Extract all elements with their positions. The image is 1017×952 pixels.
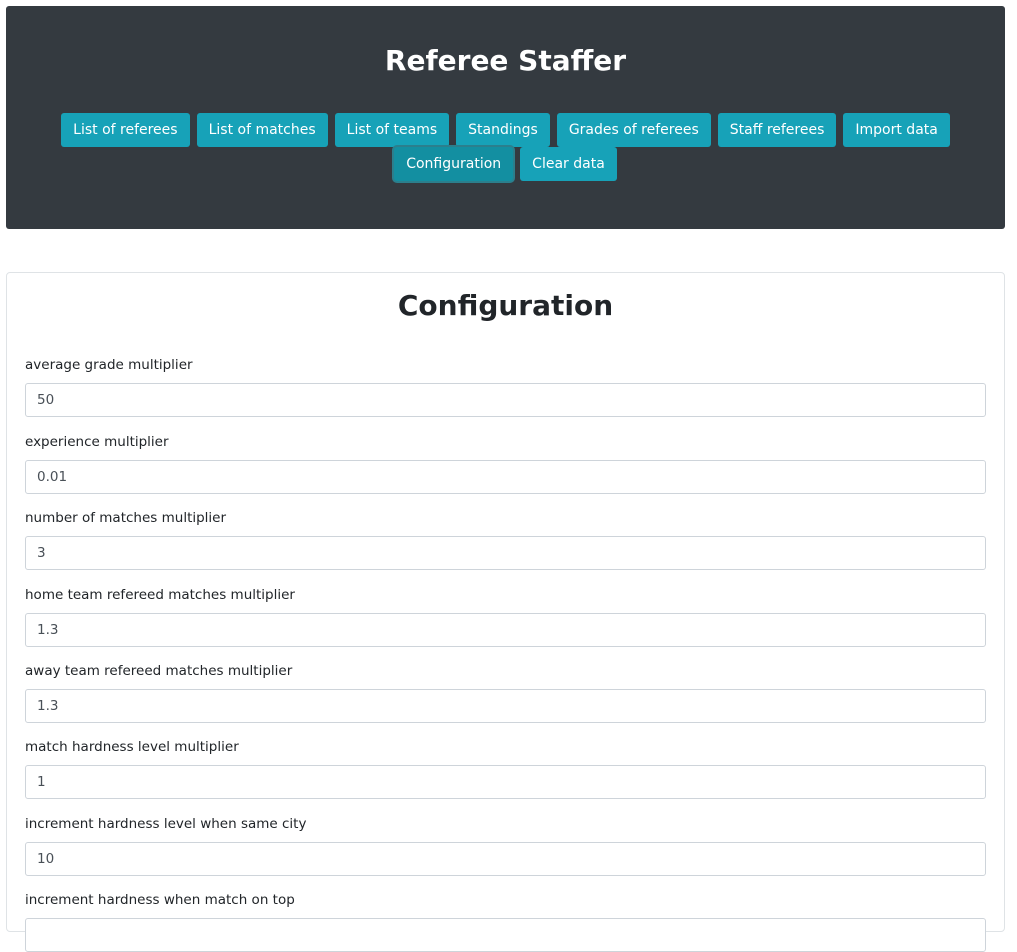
average-grade-multiplier-input[interactable] <box>25 383 986 417</box>
field-experience-multiplier: experience multiplier <box>25 434 986 494</box>
nav-button-import-data[interactable]: Import data <box>843 113 950 147</box>
number-of-matches-multiplier-input[interactable] <box>25 536 986 570</box>
home-team-refereed-matches-multiplier-input[interactable] <box>25 613 986 647</box>
field-label: increment hardness when match on top <box>25 892 295 908</box>
match-hardness-level-multiplier-input[interactable] <box>25 765 986 799</box>
field-match-hardness-level-multiplier: match hardness level multiplier <box>25 739 986 799</box>
nav-button-standings[interactable]: Standings <box>456 113 550 147</box>
field-home-team-refereed-matches-multiplier: home team refereed matches multiplier <box>25 587 986 647</box>
field-label: away team refereed matches multiplier <box>25 663 293 679</box>
nav-button-list-of-teams[interactable]: List of teams <box>334 113 450 147</box>
field-label: increment hardness level when same city <box>25 816 307 832</box>
field-away-team-refereed-matches-multiplier: away team refereed matches multiplier <box>25 663 986 723</box>
increment-hardness-match-on-top-input[interactable] <box>25 918 986 952</box>
field-average-grade-multiplier: average grade multiplier <box>25 357 986 417</box>
field-label: experience multiplier <box>25 434 169 450</box>
field-increment-hardness-match-on-top: increment hardness when match on top <box>25 892 986 952</box>
field-label: average grade multiplier <box>25 357 193 373</box>
app-header: Referee Staffer List of referees List of… <box>6 6 1005 229</box>
experience-multiplier-input[interactable] <box>25 460 986 494</box>
nav-button-list-of-referees[interactable]: List of referees <box>61 113 190 147</box>
main-nav: List of referees List of matches List of… <box>26 113 985 181</box>
field-label: number of matches multiplier <box>25 510 227 526</box>
away-team-refereed-matches-multiplier-input[interactable] <box>25 689 986 723</box>
field-number-of-matches-multiplier: number of matches multiplier <box>25 510 986 570</box>
configuration-card: Configuration average grade multiplier e… <box>6 272 1005 952</box>
nav-button-list-of-matches[interactable]: List of matches <box>196 113 328 147</box>
field-label: match hardness level multiplier <box>25 739 239 755</box>
nav-button-configuration[interactable]: Configuration <box>394 147 514 181</box>
nav-button-staff-referees[interactable]: Staff referees <box>717 113 837 147</box>
nav-button-clear-data[interactable]: Clear data <box>520 147 617 181</box>
app-title: Referee Staffer <box>384 44 627 77</box>
page-title: Configuration <box>397 289 614 322</box>
nav-button-grades-of-referees[interactable]: Grades of referees <box>556 113 711 147</box>
increment-hardness-level-same-city-input[interactable] <box>25 842 986 876</box>
field-label: home team refereed matches multiplier <box>25 587 295 603</box>
field-increment-hardness-level-same-city: increment hardness level when same city <box>25 816 986 876</box>
